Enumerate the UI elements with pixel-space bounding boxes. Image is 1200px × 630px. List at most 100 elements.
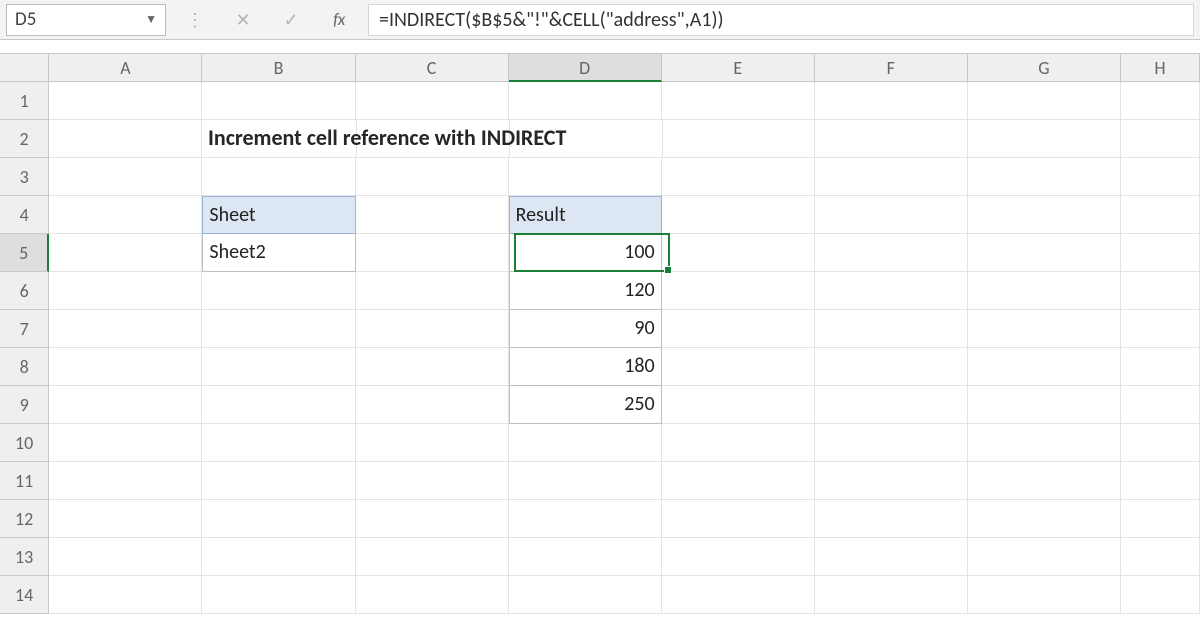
row-header-5[interactable]: 5 [0,234,49,272]
cell-B11[interactable] [202,462,355,500]
insert-function-button[interactable]: fx [328,9,350,31]
row-header-12[interactable]: 12 [0,500,49,538]
cell-B7[interactable] [202,310,355,348]
cell-A1[interactable] [49,82,202,120]
cell-C9[interactable] [356,386,509,424]
cell-A14[interactable] [49,576,202,614]
row-header-14[interactable]: 14 [0,576,49,614]
cell-D5[interactable]: 100 [509,234,662,272]
cell-E10[interactable] [662,424,815,462]
cell-H12[interactable] [1121,500,1200,538]
cell-C5[interactable] [356,234,509,272]
cell-F5[interactable] [815,234,968,272]
col-header-F[interactable]: F [815,54,968,82]
row-header-7[interactable]: 7 [0,310,49,348]
cell-E4[interactable] [662,196,815,234]
cell-F6[interactable] [815,272,968,310]
cell-F2[interactable] [815,120,968,158]
enter-icon[interactable]: ✓ [280,9,302,31]
col-header-C[interactable]: C [356,54,509,82]
cell-A6[interactable] [49,272,202,310]
cell-E14[interactable] [662,576,815,614]
cell-B10[interactable] [202,424,355,462]
row-header-2[interactable]: 2 [0,120,49,158]
cell-B8[interactable] [202,348,355,386]
cell-C11[interactable] [356,462,509,500]
cell-D8[interactable]: 180 [509,348,662,386]
cell-H3[interactable] [1121,158,1200,196]
cell-H7[interactable] [1121,310,1200,348]
cell-E11[interactable] [662,462,815,500]
cell-E12[interactable] [662,500,815,538]
cell-D9[interactable]: 250 [509,386,662,424]
cell-A13[interactable] [49,538,202,576]
cell-C6[interactable] [356,272,509,310]
cell-H10[interactable] [1121,424,1200,462]
cell-D11[interactable] [509,462,662,500]
cell-E2[interactable] [663,120,816,158]
row-header-10[interactable]: 10 [0,424,49,462]
cell-G12[interactable] [968,500,1121,538]
cell-G3[interactable] [968,158,1121,196]
cell-A8[interactable] [49,348,202,386]
cell-A4[interactable] [49,196,202,234]
cell-G13[interactable] [968,538,1121,576]
cell-F10[interactable] [815,424,968,462]
cell-B12[interactable] [202,500,355,538]
worksheet-grid[interactable]: A B C D E F G H 1 2 Increment cell refer… [0,54,1200,614]
cell-D7[interactable]: 90 [509,310,662,348]
cell-E1[interactable] [662,82,815,120]
cell-F12[interactable] [815,500,968,538]
cell-F8[interactable] [815,348,968,386]
cell-D13[interactable] [509,538,662,576]
cell-A10[interactable] [49,424,202,462]
cell-A7[interactable] [49,310,202,348]
cell-F9[interactable] [815,386,968,424]
cell-B4[interactable]: Sheet [202,196,355,234]
cell-C12[interactable] [356,500,509,538]
col-header-A[interactable]: A [49,54,202,82]
col-header-B[interactable]: B [202,54,355,82]
cell-F14[interactable] [815,576,968,614]
cell-G14[interactable] [968,576,1121,614]
row-header-1[interactable]: 1 [0,82,49,120]
cell-F3[interactable] [815,158,968,196]
col-header-G[interactable]: G [968,54,1121,82]
cell-H13[interactable] [1121,538,1200,576]
cell-H4[interactable] [1121,196,1200,234]
cell-B6[interactable] [202,272,355,310]
cell-B13[interactable] [202,538,355,576]
cell-F1[interactable] [815,82,968,120]
cell-G7[interactable] [968,310,1121,348]
cell-A3[interactable] [49,158,202,196]
cell-F7[interactable] [815,310,968,348]
row-header-6[interactable]: 6 [0,272,49,310]
cell-F11[interactable] [815,462,968,500]
cancel-icon[interactable]: ✕ [232,9,254,31]
cell-F4[interactable] [815,196,968,234]
cell-D14[interactable] [509,576,662,614]
cell-G4[interactable] [968,196,1121,234]
cell-H14[interactable] [1121,576,1200,614]
cell-E3[interactable] [662,158,815,196]
cell-G8[interactable] [968,348,1121,386]
cell-G9[interactable] [968,386,1121,424]
cell-G10[interactable] [968,424,1121,462]
cell-D4[interactable]: Result [509,196,662,234]
row-header-13[interactable]: 13 [0,538,49,576]
cell-H2[interactable] [1121,120,1200,158]
cell-C1[interactable] [356,82,509,120]
cell-C3[interactable] [356,158,509,196]
cell-D3[interactable] [509,158,662,196]
cell-A11[interactable] [49,462,202,500]
col-header-H[interactable]: H [1121,54,1200,82]
cell-B5[interactable]: Sheet2 [202,234,355,272]
col-header-E[interactable]: E [662,54,815,82]
row-header-9[interactable]: 9 [0,386,49,424]
name-box[interactable]: D5 ▼ [6,4,166,36]
cell-E9[interactable] [662,386,815,424]
cell-H8[interactable] [1121,348,1200,386]
cell-G2[interactable] [968,120,1121,158]
cell-A2[interactable] [49,120,202,158]
cell-E13[interactable] [662,538,815,576]
